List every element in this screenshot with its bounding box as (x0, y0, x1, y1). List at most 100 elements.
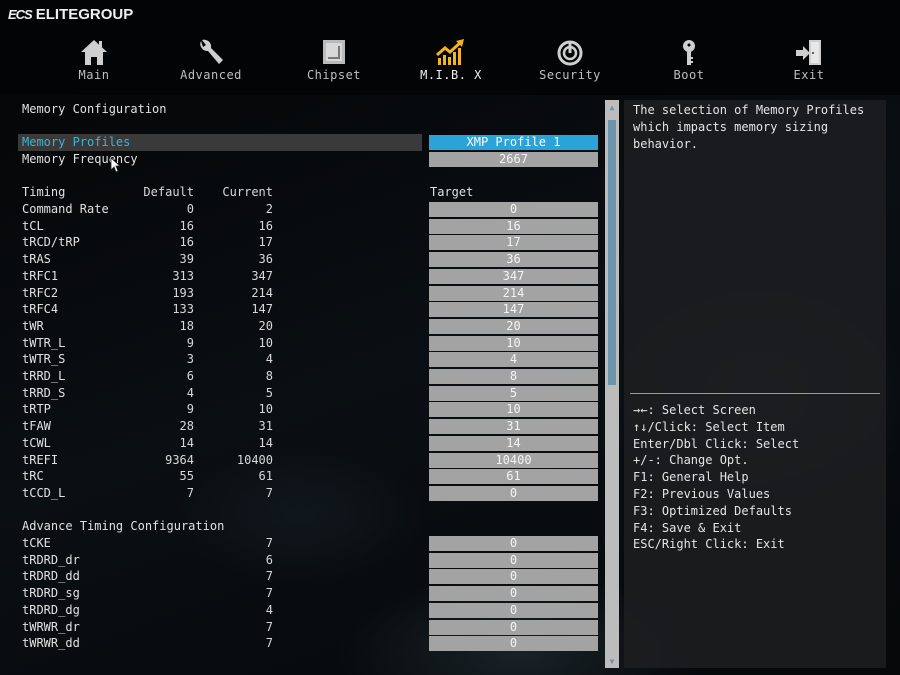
timing-target-input[interactable]: 10 (429, 402, 598, 418)
timing-name: tRDRD_dg (22, 602, 80, 617)
timing-row[interactable]: tRFC1 313 347 347 (18, 268, 598, 285)
timing-target-input[interactable]: 0 (429, 552, 598, 568)
timing-current: 6 (265, 552, 273, 567)
timing-name: tRDRD_dd (22, 569, 80, 584)
timing-row[interactable]: tRRD_L 6 8 8 (18, 368, 598, 385)
timing-target-input[interactable]: 0 (429, 485, 598, 501)
timing-row[interactable]: tCWL 14 14 14 (18, 435, 598, 452)
timing-name: tREFI (22, 452, 59, 467)
tab-boot[interactable]: Boot (629, 36, 749, 82)
timing-target-input[interactable]: 20 (429, 318, 598, 334)
timing-current: 10 (258, 402, 273, 417)
timing-target-input[interactable]: 61 (429, 469, 598, 485)
timing-current: 7 (265, 586, 273, 601)
timing-row[interactable]: tWR 18 20 20 (18, 318, 598, 335)
tab-advanced[interactable]: Advanced (151, 36, 271, 82)
timing-default: 9364 (165, 452, 194, 467)
advanced-timing-row[interactable]: tWRWR_dd 7 0 (18, 635, 598, 652)
tab-main[interactable]: Main (34, 36, 154, 82)
timing-row[interactable]: tRAS 39 36 36 (18, 251, 598, 268)
tab-exit[interactable]: Exit (749, 36, 869, 82)
timing-target-input[interactable]: 0 (429, 586, 598, 602)
power-icon (557, 40, 583, 66)
advanced-timing-row[interactable]: tRDRD_dr 6 0 (18, 552, 598, 569)
advanced-timing-row[interactable]: tRDRD_dg 4 0 (18, 602, 598, 619)
key-legend: →←: Select Screen ↑↓/Click: Select Item … (633, 402, 799, 553)
timing-default: 4 (186, 385, 194, 400)
timing-name: tFAW (22, 419, 51, 434)
timing-target-input[interactable]: 5 (429, 385, 598, 401)
key-hint: F3: Optimized Defaults (633, 503, 792, 518)
timing-default: 3 (186, 352, 194, 367)
help-panel: The selection of Memory Profiles which i… (624, 100, 886, 668)
advanced-timing-row[interactable]: tCKE 7 0 (18, 535, 598, 552)
tab-chipset[interactable]: Chipset (274, 36, 394, 82)
timing-target-input[interactable]: 0 (429, 602, 598, 618)
timing-target-input[interactable]: 8 (429, 369, 598, 384)
timing-default: 133 (172, 302, 194, 317)
timing-row[interactable]: tRFC2 193 214 214 (18, 285, 598, 302)
timing-name: tRAS (22, 252, 51, 267)
timing-row[interactable]: tWTR_S 3 4 4 (18, 351, 598, 368)
timing-row[interactable]: tFAW 28 31 31 (18, 418, 598, 435)
timing-default: 28 (179, 419, 194, 434)
timing-row[interactable]: Command Rate 0 2 0 (18, 201, 598, 218)
timing-default: 39 (179, 252, 194, 267)
timing-name: tRFC1 (22, 268, 59, 283)
memory-frequency-row[interactable]: Memory Frequency 2667 (18, 151, 598, 168)
timing-default: 14 (179, 435, 194, 450)
timing-row[interactable]: tREFI 9364 10400 10400 (18, 452, 598, 469)
timing-default: 193 (172, 285, 194, 300)
timing-name: tCWL (22, 435, 51, 450)
timing-target-input[interactable]: 147 (429, 302, 598, 318)
key-hint: ↑↓/Click: Select Item (633, 419, 785, 434)
timing-target-input[interactable]: 17 (429, 235, 598, 251)
advanced-timing-row[interactable]: tRDRD_dd 7 0 (18, 568, 598, 585)
target-header: Target (430, 185, 474, 199)
memory-profiles-value-wrap: XMP Profile 1 (18, 134, 598, 151)
timing-target-input[interactable]: 347 (429, 268, 598, 284)
advanced-timing-row[interactable]: tWRWR_dr 7 0 (18, 619, 598, 636)
timing-row[interactable]: tCCD_L 7 7 0 (18, 485, 598, 502)
timing-name: tWRWR_dr (22, 619, 80, 634)
timing-target-input[interactable]: 4 (429, 352, 598, 368)
timing-current: 61 (258, 469, 273, 484)
timing-row[interactable]: tWTR_L 9 10 10 (18, 335, 598, 352)
scroll-up-arrow-icon[interactable]: ▲ (605, 103, 619, 112)
scrollbar[interactable]: ▲ ▼ (605, 100, 619, 668)
timing-target-input[interactable]: 16 (429, 218, 598, 234)
timing-name: tRDRD_dr (22, 552, 80, 567)
timing-target-input[interactable]: 0 (429, 636, 598, 652)
timing-row[interactable]: tRFC4 133 147 147 (18, 301, 598, 318)
timing-target-input[interactable]: 36 (429, 252, 598, 268)
advanced-timing-row[interactable]: tRDRD_sg 7 0 (18, 585, 598, 602)
tab-mib-x[interactable]: M.I.B. X (391, 36, 511, 82)
timing-row[interactable]: tRRD_S 4 5 5 (18, 385, 598, 402)
timing-row[interactable]: tRCD/tRP 16 17 17 (18, 234, 598, 251)
timing-default: 9 (186, 402, 194, 417)
timing-current: 8 (265, 369, 273, 383)
timing-row[interactable]: tCL 16 16 16 (18, 218, 598, 235)
timing-name: tCL (22, 218, 44, 233)
timing-target-input[interactable]: 10 (429, 335, 598, 351)
brand-logo: ECS ELITEGROUP (8, 5, 133, 23)
timing-row[interactable]: tRTP 9 10 10 (18, 401, 598, 418)
timing-target-input[interactable]: 0 (429, 202, 598, 217)
timing-target-input[interactable]: 214 (429, 285, 598, 301)
tab-security[interactable]: Security (510, 36, 630, 82)
timing-target-input[interactable]: 0 (429, 619, 598, 635)
timing-target-input[interactable]: 0 (429, 569, 598, 585)
memory-frequency-select[interactable]: 2667 (429, 152, 598, 167)
timing-target-input[interactable]: 10400 (429, 452, 598, 468)
timing-target-input[interactable]: 0 (429, 536, 598, 551)
timing-target-input[interactable]: 31 (429, 419, 598, 435)
tab-label: Exit (793, 68, 825, 82)
advanced-section-title: Advance Timing Configuration (22, 519, 225, 533)
memory-profiles-select[interactable]: XMP Profile 1 (429, 135, 598, 150)
scroll-down-arrow-icon[interactable]: ▼ (605, 657, 619, 666)
timing-target-input[interactable]: 14 (429, 435, 598, 451)
timing-row[interactable]: tRC 55 61 61 (18, 468, 598, 485)
timing-current: 7 (265, 569, 273, 584)
tab-label: M.I.B. X (420, 68, 482, 82)
scrollbar-thumb[interactable] (608, 120, 616, 385)
